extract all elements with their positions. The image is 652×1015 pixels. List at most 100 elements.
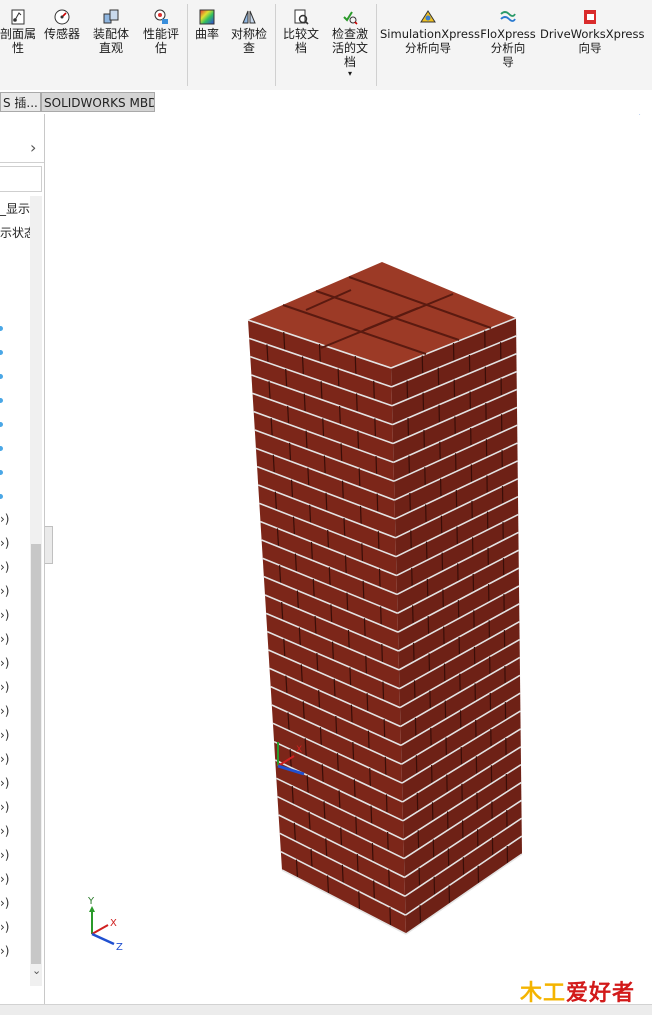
brick-joint bbox=[339, 790, 340, 809]
tree-item[interactable]: ›) bbox=[0, 848, 9, 862]
brick-joint bbox=[341, 828, 342, 847]
tower-left-face bbox=[248, 320, 406, 934]
brick-joint bbox=[370, 768, 371, 787]
tree-item[interactable]: ›) bbox=[0, 656, 9, 670]
scrollbar-thumb[interactable] bbox=[31, 544, 41, 964]
tree-item[interactable]: ›) bbox=[0, 680, 9, 694]
brick-joint bbox=[384, 719, 385, 738]
ribbon-separator bbox=[187, 4, 188, 86]
brick-joint bbox=[364, 618, 365, 637]
watermark-part1: 木工 bbox=[520, 981, 566, 1006]
tree-item[interactable]: ›) bbox=[0, 752, 9, 766]
tree-item[interactable]: ›) bbox=[0, 584, 9, 598]
check-active-document-button[interactable]: 检查激 活的文 档 ▾ bbox=[326, 8, 374, 78]
tree-item[interactable]: ›) bbox=[0, 632, 9, 646]
brick-joint bbox=[375, 418, 376, 437]
brick-joint bbox=[342, 865, 343, 884]
watermark-part2: 爱好者 bbox=[566, 981, 635, 1006]
filter-input[interactable] bbox=[0, 166, 42, 192]
driveworksxpress-icon bbox=[581, 8, 599, 26]
brick-joint bbox=[374, 381, 375, 400]
tree-item[interactable]: ›) bbox=[0, 896, 9, 910]
brick-joint bbox=[367, 693, 368, 712]
brick-joint bbox=[347, 593, 348, 612]
assembly-visualization-button[interactable]: 装配体 直观 bbox=[88, 8, 134, 55]
brick-joint bbox=[344, 518, 345, 537]
simulationxpress-icon bbox=[419, 8, 437, 26]
brick-joint bbox=[338, 369, 339, 388]
brick-joint bbox=[366, 656, 367, 675]
tree-item[interactable]: ›) bbox=[0, 824, 9, 838]
brick-joint bbox=[372, 843, 373, 862]
brick-joint bbox=[331, 604, 332, 623]
curvature-button[interactable]: 曲率 bbox=[190, 8, 224, 41]
brick-joint bbox=[351, 705, 352, 724]
driveworksxpress-button[interactable]: DriveWorksXpress 向导 bbox=[540, 8, 640, 55]
view-orientation-triad: Y X Z bbox=[87, 896, 123, 953]
tree-item[interactable]: ›) bbox=[0, 872, 9, 886]
compare-documents-button[interactable]: 比较文 档 bbox=[278, 8, 324, 55]
brick-joint bbox=[383, 682, 384, 701]
brick-joint bbox=[388, 832, 389, 851]
panel-header: › bbox=[0, 136, 44, 163]
tree-item[interactable]: ›) bbox=[0, 920, 9, 934]
tree-item-marker bbox=[0, 446, 3, 451]
tab-solidworks-mbd[interactable]: SOLIDWORKS MBD bbox=[41, 92, 155, 112]
brick-joint bbox=[385, 757, 386, 776]
brick-joint bbox=[356, 817, 357, 836]
brick-joint bbox=[382, 644, 383, 663]
section-properties-icon bbox=[9, 8, 27, 26]
brick-joint bbox=[362, 543, 363, 562]
floxpress-button[interactable]: FloXpress 分析向 导 bbox=[480, 8, 536, 69]
brick-joint bbox=[324, 456, 325, 475]
driveworksxpress-label: DriveWorksXpress 向导 bbox=[540, 27, 640, 55]
scroll-down-icon[interactable]: ⌄ bbox=[32, 964, 41, 977]
tree-item[interactable]: ›) bbox=[0, 608, 9, 622]
brick-joint bbox=[374, 881, 375, 900]
section-properties-button[interactable]: 剖面属 性 bbox=[0, 8, 36, 55]
tree-item-marker bbox=[0, 326, 3, 331]
brick-joint bbox=[323, 418, 324, 437]
tree-item[interactable]: ›) bbox=[0, 704, 9, 718]
tree-item-marker bbox=[0, 494, 3, 499]
brick-tower bbox=[248, 262, 522, 934]
graphics-viewport[interactable]: X Y X Z bbox=[46, 114, 652, 1004]
triad-y-label: Y bbox=[87, 896, 95, 907]
symmetry-check-button[interactable]: 对称检 查 bbox=[226, 8, 272, 55]
tree-item[interactable]: ›) bbox=[0, 560, 9, 574]
tree-item[interactable]: ›) bbox=[0, 800, 9, 814]
curvature-icon bbox=[198, 8, 216, 26]
symmetry-check-label: 对称检 查 bbox=[226, 27, 272, 55]
tree-item[interactable]: ›) bbox=[0, 728, 9, 742]
brick-joint bbox=[358, 431, 359, 450]
performance-evaluation-button[interactable]: 性能评 估 bbox=[138, 8, 184, 55]
brick-joint bbox=[340, 406, 341, 425]
sensor-button[interactable]: 传感器 bbox=[40, 8, 84, 41]
section-properties-label: 剖面属 性 bbox=[0, 27, 36, 55]
tree-item[interactable]: ›) bbox=[0, 776, 9, 790]
ribbon-separator bbox=[376, 4, 377, 86]
tree-item[interactable]: ›) bbox=[0, 536, 9, 550]
tree-item[interactable]: ›) bbox=[0, 512, 9, 526]
brick-joint bbox=[348, 630, 349, 649]
tab-plugins[interactable]: S 插... bbox=[0, 92, 41, 112]
brick-joint bbox=[354, 779, 355, 798]
tree-item-display[interactable]: _显示 bbox=[0, 200, 30, 217]
brick-joint bbox=[334, 679, 335, 698]
curvature-label: 曲率 bbox=[190, 27, 224, 41]
simulationxpress-button[interactable]: SimulationXpress 分析向导 bbox=[380, 8, 476, 55]
origin-x-label: X bbox=[296, 745, 302, 755]
tree-item-marker bbox=[0, 374, 3, 379]
brick-joint bbox=[328, 530, 329, 549]
brick-joint bbox=[321, 381, 322, 400]
brick-joint bbox=[363, 581, 364, 600]
performance-evaluation-icon bbox=[152, 8, 170, 26]
floxpress-label: FloXpress 分析向 导 bbox=[480, 27, 536, 69]
check-active-document-label: 检查激 活的文 档 bbox=[326, 27, 374, 69]
compare-documents-label: 比较文 档 bbox=[278, 27, 324, 55]
chevron-down-icon[interactable]: ▾ bbox=[326, 69, 374, 78]
brick-joint bbox=[359, 891, 360, 910]
tree-item[interactable]: ›) bbox=[0, 944, 9, 958]
chevron-right-icon[interactable]: › bbox=[30, 138, 36, 157]
command-tabs: S 插... SOLIDWORKS MBD bbox=[0, 90, 652, 114]
